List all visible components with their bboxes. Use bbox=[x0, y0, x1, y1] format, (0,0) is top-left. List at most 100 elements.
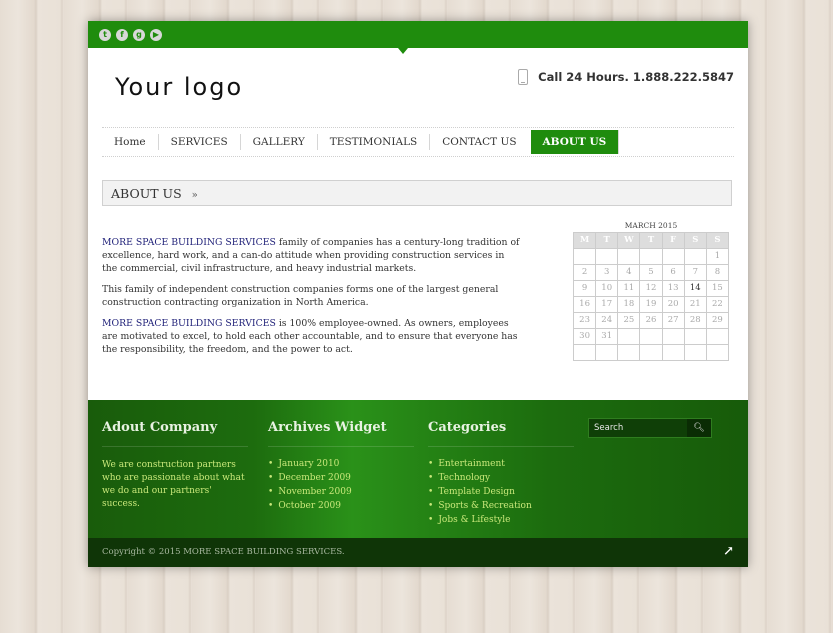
calendar-day[interactable]: 29 bbox=[706, 313, 729, 329]
social-links: t f g ▶ bbox=[99, 29, 162, 41]
archive-link[interactable]: October 2009 bbox=[268, 499, 414, 513]
footer: Adout Company We are construction partne… bbox=[88, 400, 748, 538]
categories-list: EntertainmentTechnologyTemplate DesignSp… bbox=[428, 457, 574, 527]
calendar-day bbox=[596, 249, 619, 265]
google-plus-icon[interactable]: g bbox=[133, 29, 145, 41]
calendar-day[interactable]: 16 bbox=[574, 297, 597, 313]
calendar-grid: M T W T F S S 1 2 3 4 5 6 7 8 9 10 11 12 13 14 15 16 17 18 19 20 21… bbox=[573, 232, 729, 361]
nav-item-gallery[interactable]: GALLERY bbox=[241, 134, 318, 150]
calendar-weekday: W bbox=[618, 233, 641, 249]
calendar-day[interactable]: 12 bbox=[640, 281, 663, 297]
calendar-day[interactable]: 10 bbox=[596, 281, 619, 297]
company-name-link[interactable]: MORE SPACE BUILDING SERVICES bbox=[102, 318, 276, 329]
calendar-day bbox=[618, 329, 641, 345]
footer-bottom-bar: Copyright © 2015 MORE SPACE BUILDING SER… bbox=[88, 538, 748, 567]
calendar-day bbox=[596, 345, 619, 361]
topbar-notch bbox=[398, 48, 408, 54]
search-input[interactable]: Search bbox=[589, 419, 687, 437]
breadcrumb: ABOUT US » bbox=[102, 180, 732, 206]
calendar-day bbox=[640, 329, 663, 345]
category-link[interactable]: Technology bbox=[428, 471, 574, 485]
calendar-day[interactable]: 4 bbox=[618, 265, 641, 281]
company-name-link[interactable]: MORE SPACE BUILDING SERVICES bbox=[102, 237, 276, 248]
calendar-day[interactable]: 9 bbox=[574, 281, 597, 297]
calendar-day[interactable]: 6 bbox=[662, 265, 685, 281]
calendar-day[interactable]: 27 bbox=[662, 313, 685, 329]
calendar-day bbox=[662, 329, 685, 345]
footer-search: Search 🔍︎ bbox=[588, 418, 712, 438]
calendar-day[interactable]: 26 bbox=[640, 313, 663, 329]
archive-link[interactable]: December 2009 bbox=[268, 471, 414, 485]
main-nav: Home SERVICES GALLERY TESTIMONIALS CONTA… bbox=[102, 127, 734, 157]
category-link[interactable]: Entertainment bbox=[428, 457, 574, 471]
calendar-day bbox=[574, 345, 597, 361]
footer-about-text: We are construction partners who are pas… bbox=[102, 460, 245, 509]
calendar-day[interactable]: 17 bbox=[596, 297, 619, 313]
footer-categories: Categories EntertainmentTechnologyTempla… bbox=[428, 420, 574, 527]
category-link[interactable]: Template Design bbox=[428, 485, 574, 499]
paragraph-2-text: This family of independent construction … bbox=[102, 284, 499, 308]
phone-icon bbox=[518, 69, 529, 85]
calendar-day[interactable]: 25 bbox=[618, 313, 641, 329]
calendar-day[interactable]: 30 bbox=[574, 329, 597, 345]
footer-categories-title: Categories bbox=[428, 420, 574, 447]
copyright-text: Copyright © 2015 MORE SPACE BUILDING SER… bbox=[102, 547, 345, 557]
calendar-day[interactable]: 20 bbox=[662, 297, 685, 313]
calendar-day[interactable]: 19 bbox=[640, 297, 663, 313]
site-logo[interactable]: Your logo bbox=[115, 73, 243, 101]
nav-item-about-us[interactable]: ABOUT US bbox=[530, 130, 620, 154]
category-link[interactable]: Jobs & Lifestyle bbox=[428, 513, 574, 527]
facebook-icon[interactable]: f bbox=[116, 29, 128, 41]
nav-item-contact-us[interactable]: CONTACT US bbox=[430, 134, 528, 150]
calendar-day[interactable]: 2 bbox=[574, 265, 597, 281]
calendar-day[interactable]: 8 bbox=[706, 265, 729, 281]
calendar-day[interactable]: 5 bbox=[640, 265, 663, 281]
archive-link[interactable]: January 2010 bbox=[268, 457, 414, 471]
calendar-day[interactable]: 22 bbox=[706, 297, 729, 313]
calendar-day bbox=[640, 345, 663, 361]
calendar-day[interactable]: 13 bbox=[662, 281, 685, 297]
back-to-top-icon[interactable]: ↗ bbox=[723, 544, 734, 559]
footer-about: Adout Company We are construction partne… bbox=[102, 420, 248, 511]
calendar-weekday: S bbox=[684, 233, 707, 249]
calendar-day[interactable]: 31 bbox=[596, 329, 619, 345]
footer-about-title: Adout Company bbox=[102, 420, 248, 447]
calendar-widget: MARCH 2015 M T W T F S S 1 2 3 4 5 6 7 8 9 10 11 12 13 14 15 1… bbox=[573, 220, 729, 361]
top-bar: t f g ▶ bbox=[88, 21, 748, 54]
calendar-day bbox=[618, 249, 641, 265]
nav-item-testimonials[interactable]: TESTIMONIALS bbox=[318, 134, 431, 150]
calendar-day[interactable]: 21 bbox=[684, 297, 707, 313]
search-icon[interactable]: 🔍︎ bbox=[687, 419, 711, 437]
calendar-day bbox=[706, 345, 729, 361]
paragraph-1: MORE SPACE BUILDING SERVICES family of c… bbox=[102, 236, 522, 275]
category-link[interactable]: Sports & Recreation bbox=[428, 499, 574, 513]
nav-item-home[interactable]: Home bbox=[102, 134, 159, 150]
calendar-day[interactable]: 11 bbox=[618, 281, 641, 297]
calendar-day[interactable]: 28 bbox=[684, 313, 707, 329]
paragraph-3: MORE SPACE BUILDING SERVICES is 100% emp… bbox=[102, 317, 522, 356]
calendar-day[interactable]: 3 bbox=[596, 265, 619, 281]
calendar-day[interactable]: 15 bbox=[706, 281, 729, 297]
calendar-day bbox=[684, 345, 707, 361]
archive-link[interactable]: November 2009 bbox=[268, 485, 414, 499]
calendar-weekday: T bbox=[596, 233, 619, 249]
calendar-weekday: M bbox=[574, 233, 597, 249]
calendar-weekday: T bbox=[640, 233, 663, 249]
nav-item-services[interactable]: SERVICES bbox=[159, 134, 241, 150]
phone-contact: Call 24 Hours. 1.888.222.5847 bbox=[518, 69, 734, 85]
calendar-weekday: F bbox=[662, 233, 685, 249]
page-container: t f g ▶ Your logo Call 24 Hours. 1.888.2… bbox=[88, 21, 748, 567]
paragraph-2: This family of independent construction … bbox=[102, 283, 522, 309]
youtube-icon[interactable]: ▶ bbox=[150, 29, 162, 41]
calendar-day[interactable]: 23 bbox=[574, 313, 597, 329]
calendar-caption: MARCH 2015 bbox=[624, 221, 678, 230]
breadcrumb-separator: » bbox=[191, 190, 198, 201]
twitter-icon[interactable]: t bbox=[99, 29, 111, 41]
calendar-day[interactable]: 14 bbox=[684, 281, 707, 297]
calendar-day[interactable]: 24 bbox=[596, 313, 619, 329]
calendar-day[interactable]: 1 bbox=[706, 249, 729, 265]
calendar-day bbox=[706, 329, 729, 345]
calendar-day[interactable]: 18 bbox=[618, 297, 641, 313]
calendar-day[interactable]: 7 bbox=[684, 265, 707, 281]
main-content: MORE SPACE BUILDING SERVICES family of c… bbox=[102, 236, 522, 364]
